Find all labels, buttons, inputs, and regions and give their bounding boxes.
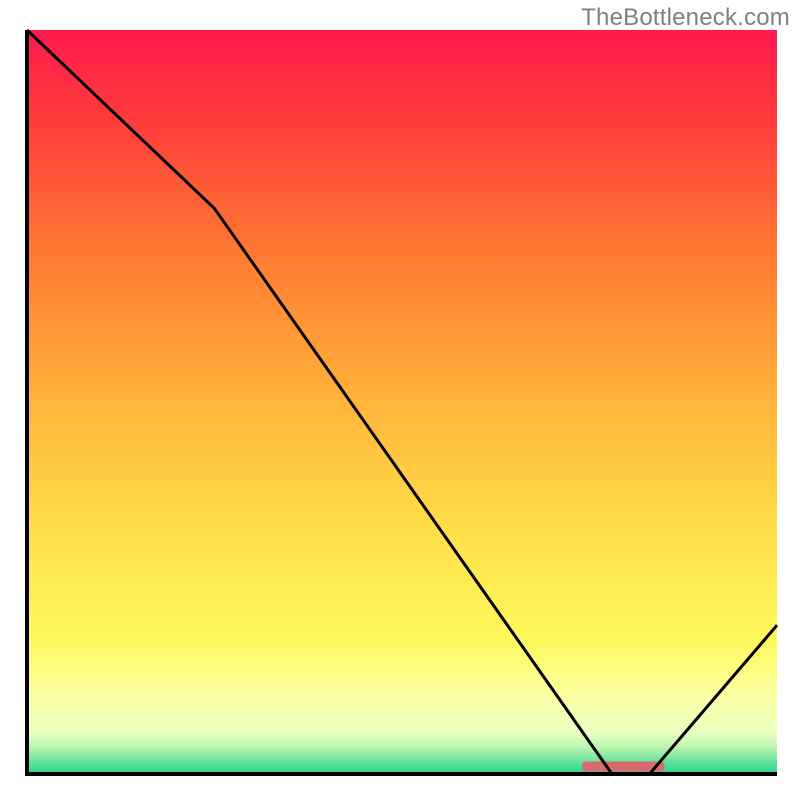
bottleneck-chart (0, 0, 800, 800)
watermark-text: TheBottleneck.com (581, 4, 790, 32)
plot-background (27, 30, 777, 774)
chart-container: TheBottleneck.com (0, 0, 800, 800)
